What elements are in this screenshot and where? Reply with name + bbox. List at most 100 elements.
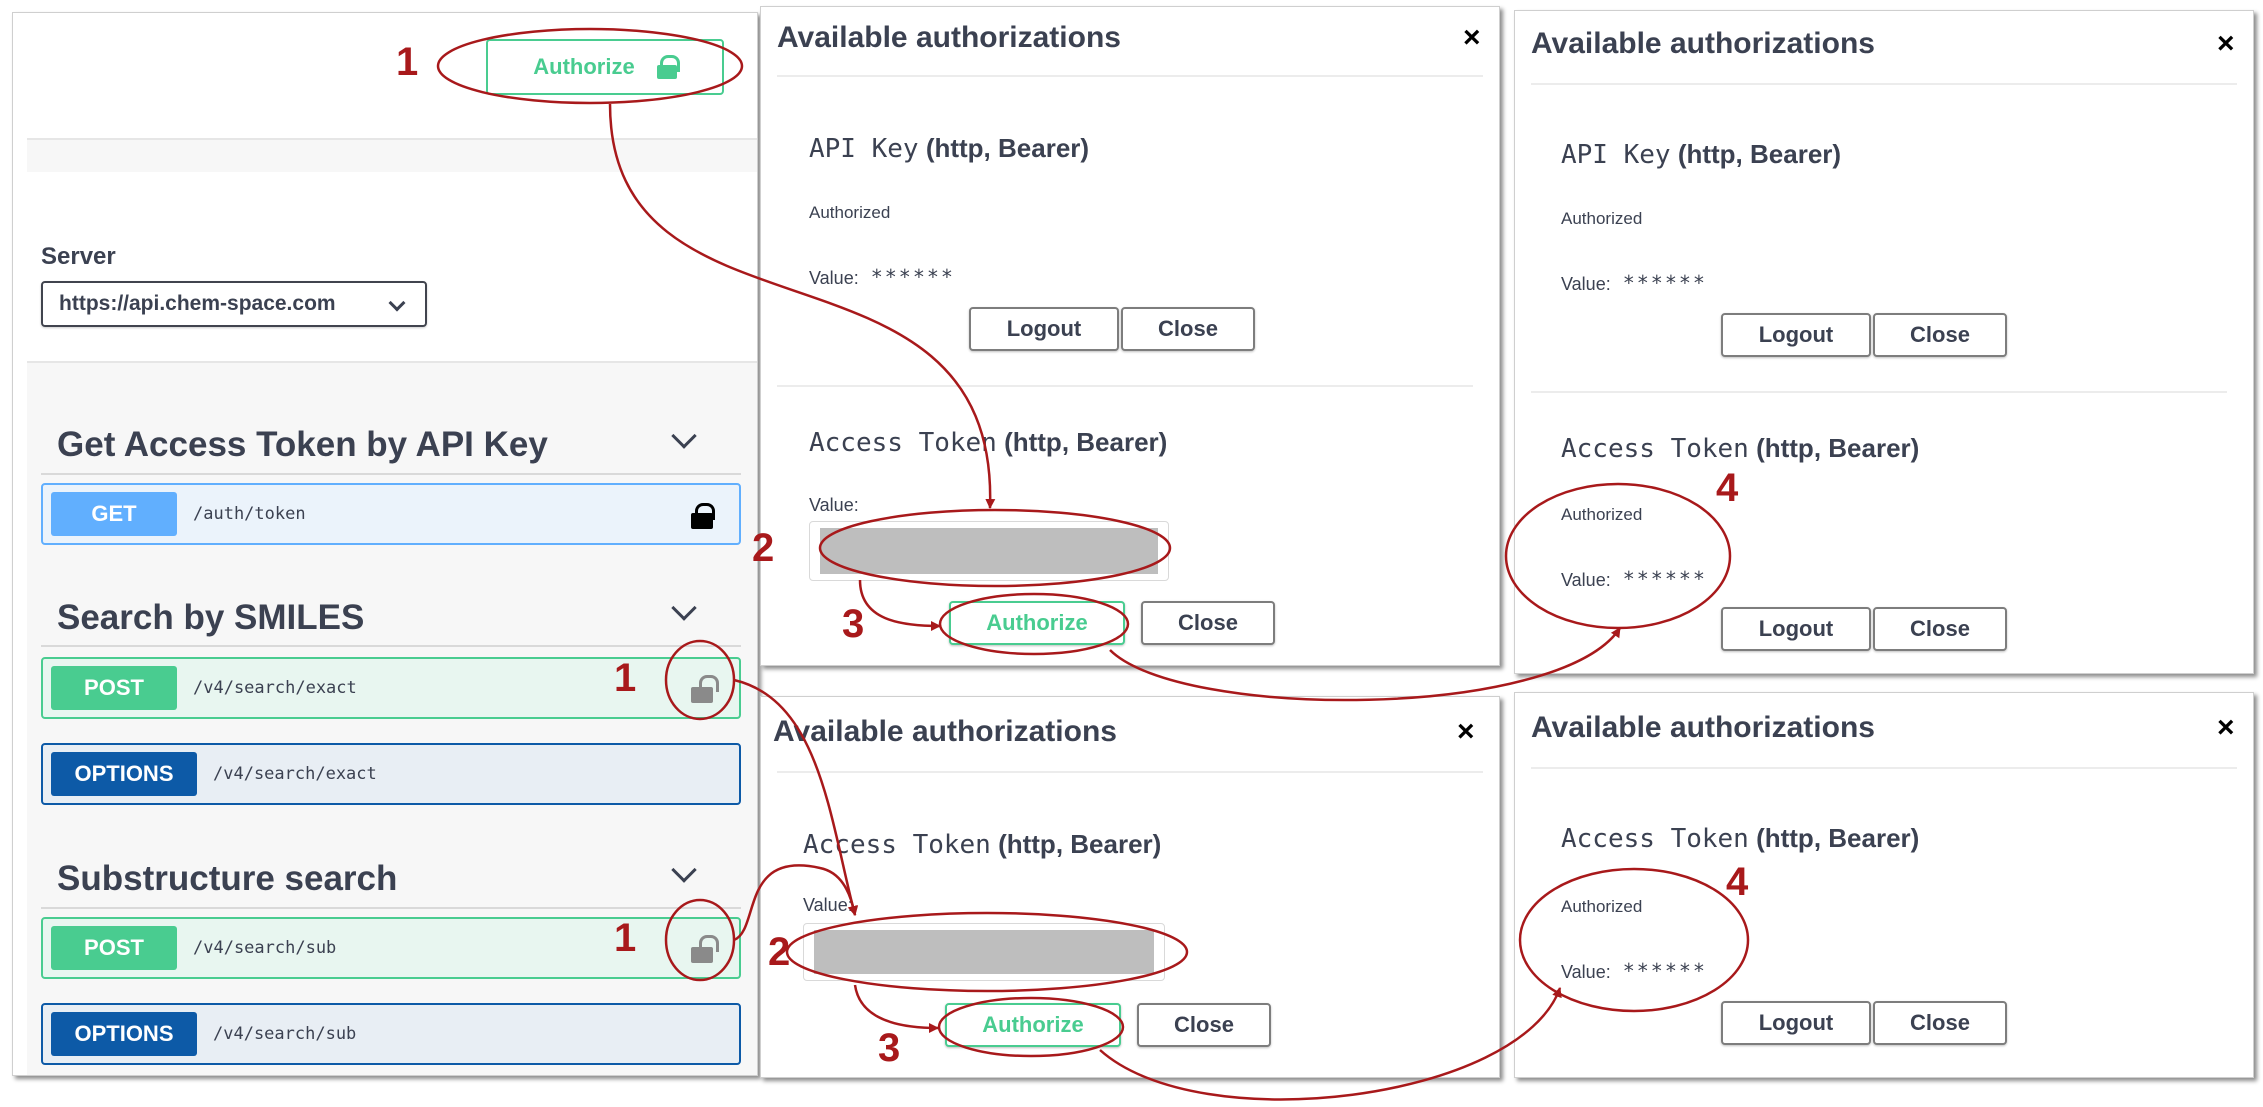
close-button[interactable]: Close xyxy=(1137,1003,1271,1047)
group-title-search-smiles[interactable]: Search by SMILES xyxy=(57,598,364,638)
auth-dialog-access-token: Available authorizations × Access Token … xyxy=(760,696,1500,1078)
value-label: Value: xyxy=(1561,274,1611,294)
dialog-divider xyxy=(1531,83,2237,85)
value-label: Value: xyxy=(809,495,859,515)
group-title-substructure[interactable]: Substructure search xyxy=(57,859,397,899)
authorized-status: Authorized xyxy=(1561,505,1643,524)
value-row: Value: ****** xyxy=(1561,567,1707,591)
close-button[interactable]: Close xyxy=(1873,1001,2007,1045)
scheme-type: (http, Bearer) xyxy=(998,829,1162,859)
logout-button[interactable]: Logout xyxy=(1721,1001,1871,1045)
step-number: 2 xyxy=(752,526,775,570)
dialog-title: Available authorizations xyxy=(1531,27,1875,60)
dialog-title: Available authorizations xyxy=(1531,711,1875,744)
close-icon[interactable]: × xyxy=(1463,23,1481,53)
auth-dialog-authorized-both: Available authorizations × API Key (http… xyxy=(1514,10,2254,674)
scheme-name: API Key xyxy=(1561,140,1671,170)
authorized-status: Authorized xyxy=(809,203,891,222)
value-label: Value: xyxy=(809,268,859,288)
close-icon[interactable]: × xyxy=(2217,713,2235,743)
value-label: Value: xyxy=(803,895,853,915)
operation-path: /v4/search/sub xyxy=(193,938,337,958)
server-select-value: https://api.chem-space.com xyxy=(59,292,336,315)
close-button[interactable]: Close xyxy=(1873,607,2007,651)
scheme-title-access-token: Access Token (http, Bearer) xyxy=(1561,823,1919,854)
close-button[interactable]: Close xyxy=(1873,313,2007,357)
dialog-divider xyxy=(777,385,1473,387)
logout-button[interactable]: Logout xyxy=(1721,607,1871,651)
method-badge: OPTIONS xyxy=(51,752,197,796)
operation-get-auth-token[interactable]: GET /auth/token xyxy=(41,483,741,545)
dialog-title: Available authorizations xyxy=(777,21,1121,54)
method-badge: POST xyxy=(51,666,177,710)
masked-value: ****** xyxy=(1622,271,1707,295)
close-button[interactable]: Close xyxy=(1141,601,1275,645)
chevron-down-icon xyxy=(388,294,406,312)
token-input[interactable] xyxy=(803,923,1165,981)
group-divider xyxy=(41,645,741,647)
dialog-divider xyxy=(777,75,1483,77)
server-label: Server xyxy=(41,243,116,270)
method-badge: OPTIONS xyxy=(51,1012,197,1056)
method-badge: POST xyxy=(51,926,177,970)
swagger-ui-panel: Authorize Server https://api.chem-space.… xyxy=(12,12,758,1076)
masked-value: ****** xyxy=(1622,959,1707,983)
header-divider xyxy=(27,138,757,172)
dialog-divider xyxy=(1531,767,2237,769)
authorized-status: Authorized xyxy=(1561,209,1643,228)
step-number: 2 xyxy=(768,930,791,974)
step-number: 3 xyxy=(878,1026,901,1070)
scheme-type: (http, Bearer) xyxy=(1004,427,1168,457)
masked-value: ****** xyxy=(870,265,955,289)
server-select[interactable]: https://api.chem-space.com xyxy=(41,281,427,327)
group-divider xyxy=(41,907,741,909)
auth-dialog-access-token-authorized: Available authorizations × Access Token … xyxy=(1514,692,2254,1078)
group-divider xyxy=(41,473,741,475)
token-input[interactable] xyxy=(809,521,1169,581)
step-number: 3 xyxy=(842,602,865,646)
operation-options-search-sub[interactable]: OPTIONS /v4/search/sub xyxy=(41,1003,741,1065)
scheme-title-access-token: Access Token (http, Bearer) xyxy=(803,829,1161,860)
logout-button[interactable]: Logout xyxy=(1721,313,1871,357)
scheme-type: (http, Bearer) xyxy=(1756,433,1920,463)
step-number: 1 xyxy=(614,656,637,700)
step-number: 1 xyxy=(614,916,637,960)
authorize-button-label: Authorize xyxy=(533,54,635,79)
masked-value: ****** xyxy=(1622,567,1707,591)
value-row: Value: ****** xyxy=(809,265,955,289)
authorize-button[interactable]: Authorize xyxy=(949,601,1125,645)
step-number: 4 xyxy=(1726,860,1749,904)
unlock-icon[interactable] xyxy=(691,935,719,963)
unlock-icon[interactable] xyxy=(691,675,719,703)
group-title-auth[interactable]: Get Access Token by API Key xyxy=(57,425,548,465)
authorized-status: Authorized xyxy=(1561,897,1643,916)
logout-button[interactable]: Logout xyxy=(969,307,1119,351)
close-icon[interactable]: × xyxy=(2217,29,2235,59)
value-label: Value: xyxy=(1561,962,1611,982)
operation-options-search-exact[interactable]: OPTIONS /v4/search/exact xyxy=(41,743,741,805)
method-badge: GET xyxy=(51,492,177,536)
scheme-name: API Key xyxy=(809,134,919,164)
lock-icon[interactable] xyxy=(691,501,715,529)
lock-icon xyxy=(656,55,680,79)
auth-dialog-both-schemes: Available authorizations × API Key (http… xyxy=(760,6,1500,666)
scheme-title-access-token: Access Token (http, Bearer) xyxy=(809,427,1167,458)
scheme-name: Access Token xyxy=(1561,824,1749,854)
token-redacted xyxy=(820,528,1158,574)
dialog-divider xyxy=(777,771,1483,773)
value-label: Value: xyxy=(1561,570,1611,590)
close-button[interactable]: Close xyxy=(1121,307,1255,351)
authorize-button[interactable]: Authorize xyxy=(486,39,724,95)
dialog-title: Available authorizations xyxy=(773,715,1117,748)
operation-path: /auth/token xyxy=(193,504,306,524)
scheme-type: (http, Bearer) xyxy=(1677,139,1842,169)
operation-path: /v4/search/exact xyxy=(193,678,357,698)
dialog-divider xyxy=(1531,391,2227,393)
scheme-title-api-key: API Key (http, Bearer) xyxy=(809,133,1089,164)
scheme-name: Access Token xyxy=(803,830,991,860)
authorize-button[interactable]: Authorize xyxy=(945,1003,1121,1047)
scheme-type: (http, Bearer) xyxy=(925,133,1090,163)
close-icon[interactable]: × xyxy=(1457,717,1475,747)
step-number: 1 xyxy=(396,40,419,84)
value-row: Value: ****** xyxy=(1561,959,1707,983)
